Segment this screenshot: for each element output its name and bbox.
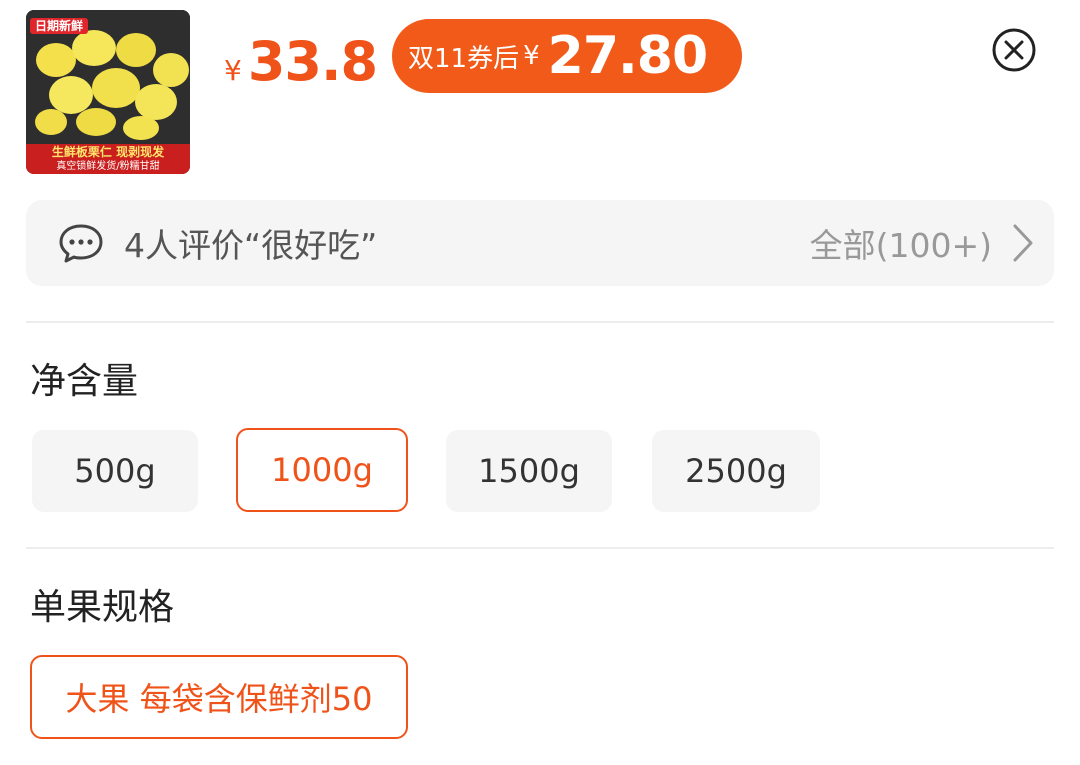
thumb-banner-main: 生鲜板栗仁 现剥现发 — [51, 145, 165, 159]
promo-currency: ¥ — [523, 41, 540, 71]
product-thumbnail[interactable]: 日期新鲜 生鲜板栗仁 现剥现发 真空锁鲜发货/粉糯甘甜 — [26, 10, 190, 174]
thumb-banner-sub: 真空锁鲜发货/粉糯甘甜 — [56, 161, 160, 172]
review-text: 4人评价“很好吃” — [124, 226, 378, 265]
option-large-fruit[interactable]: 大果 每袋含保鲜剂50 — [30, 655, 408, 739]
divider — [26, 321, 1054, 323]
thumb-banner: 生鲜板栗仁 现剥现发 真空锁鲜发货/粉糯甘甜 — [26, 144, 190, 174]
divider — [26, 547, 1054, 549]
price: ¥ 33.8 — [224, 30, 378, 93]
promo-price: 27.80 — [547, 26, 708, 86]
option-1500g[interactable]: 1500g — [446, 430, 612, 512]
option-1000g[interactable]: 1000g — [236, 428, 408, 512]
promo-price-badge: 双11券后 ¥ 27.80 — [392, 19, 742, 93]
thumb-tag: 日期新鲜 — [30, 18, 89, 34]
option-500g[interactable]: 500g — [32, 430, 198, 512]
price-value: 33.8 — [247, 30, 378, 93]
chevron-right-icon — [1013, 224, 1033, 262]
close-circle-icon — [992, 28, 1036, 72]
review-summary-bar[interactable]: 4人评价“很好吃” 全部(100+) — [26, 200, 1054, 286]
close-button[interactable] — [990, 26, 1038, 74]
price-currency: ¥ — [224, 54, 242, 87]
spec-title: 单果规格 — [30, 587, 175, 628]
option-2500g[interactable]: 2500g — [652, 430, 820, 512]
all-reviews-link[interactable]: 全部(100+) — [810, 219, 992, 267]
net-content-title: 净含量 — [30, 361, 139, 402]
chat-bubble-icon — [59, 224, 103, 263]
promo-label: 双11券后 — [408, 43, 520, 74]
